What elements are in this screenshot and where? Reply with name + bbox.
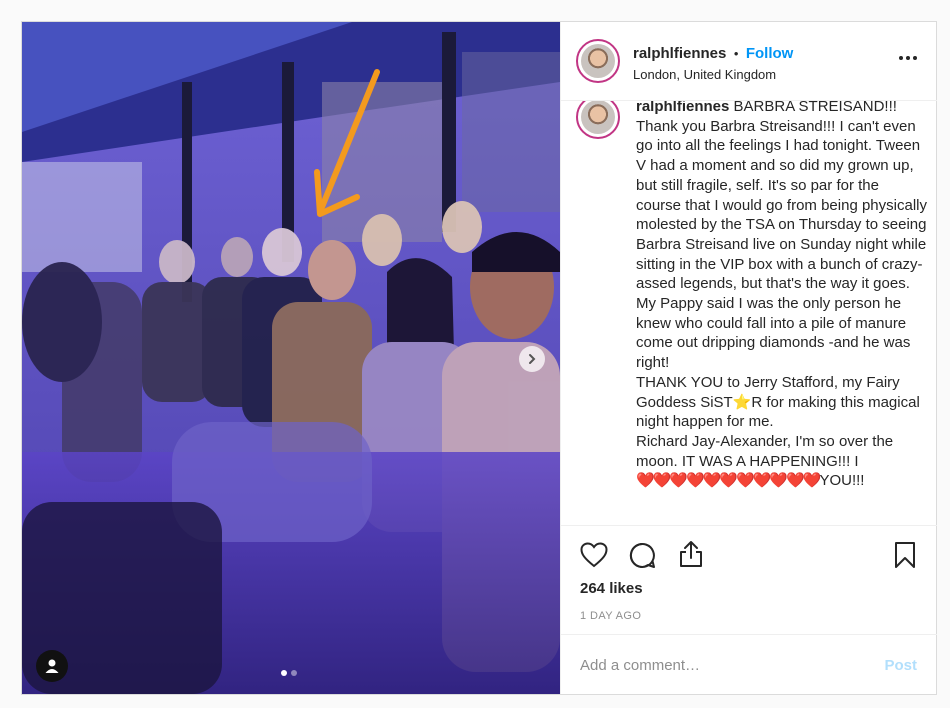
share-icon[interactable] xyxy=(678,540,704,568)
comment-input[interactable]: Add a comment… xyxy=(580,657,700,674)
carousel-dot-active xyxy=(281,670,287,676)
post-header: ralphlfiennes • Follow London, United Ki… xyxy=(561,22,937,101)
caption-paragraph: Thank you Barbra Streisand!!! I can't ev… xyxy=(636,117,927,293)
caption-hearts: ❤️❤️❤️❤️❤️❤️❤️❤️❤️❤️❤️ xyxy=(636,472,821,490)
add-comment-bar: Add a comment… Post xyxy=(561,634,937,697)
caption-paragraph: THANK YOU to Jerry Stafford, my Fairy Go… xyxy=(636,373,920,431)
next-slide-button[interactable] xyxy=(519,346,545,372)
post-actions: 264 likes 1 DAY AGO Add a comment… Post xyxy=(561,525,937,696)
avatar[interactable] xyxy=(576,39,620,83)
carousel-dot xyxy=(291,670,297,676)
avatar-image xyxy=(581,44,615,78)
post-timestamp[interactable]: 1 DAY AGO xyxy=(580,610,641,622)
bookmark-icon[interactable] xyxy=(894,541,916,569)
instagram-post: ralphlfiennes • Follow London, United Ki… xyxy=(21,21,937,695)
more-options-icon[interactable] xyxy=(899,56,917,60)
avatar-image xyxy=(581,101,615,134)
caption-paragraph: Richard Jay-Alexander, I'm so over the m… xyxy=(636,432,894,470)
header-title-row: ralphlfiennes • Follow xyxy=(633,45,793,63)
caption-text: ralphlfiennes BARBRA STREISAND!!! Thank … xyxy=(636,101,928,491)
heart-icon[interactable] xyxy=(580,542,608,568)
carousel-dots xyxy=(281,670,297,676)
caption-username[interactable]: ralphlfiennes xyxy=(636,101,729,115)
comment-icon[interactable] xyxy=(629,542,656,569)
concert-photo-illustration xyxy=(22,22,560,694)
post-comment-button[interactable]: Post xyxy=(884,657,917,674)
caption-paragraph: My Pappy said I was the only person he k… xyxy=(636,295,911,372)
header-location[interactable]: London, United Kingdom xyxy=(633,67,776,82)
tagged-users-button[interactable] xyxy=(36,650,68,682)
caption-first-line: BARBRA STREISAND!!! xyxy=(733,101,897,115)
follow-button[interactable]: Follow xyxy=(746,45,794,62)
header-separator: • xyxy=(733,46,739,61)
post-photo[interactable] xyxy=(22,22,560,694)
user-icon xyxy=(45,659,59,673)
caption-hearts-tail: YOU!!! xyxy=(819,472,865,490)
header-username[interactable]: ralphlfiennes xyxy=(633,45,726,62)
comments-scroll-area[interactable]: ralphlfiennes BARBRA STREISAND!!! Thank … xyxy=(561,101,937,524)
likes-count[interactable]: 264 likes xyxy=(580,580,643,597)
caption-avatar[interactable] xyxy=(576,101,620,139)
chevron-right-icon xyxy=(529,354,536,364)
post-side-panel: ralphlfiennes • Follow London, United Ki… xyxy=(560,22,937,694)
